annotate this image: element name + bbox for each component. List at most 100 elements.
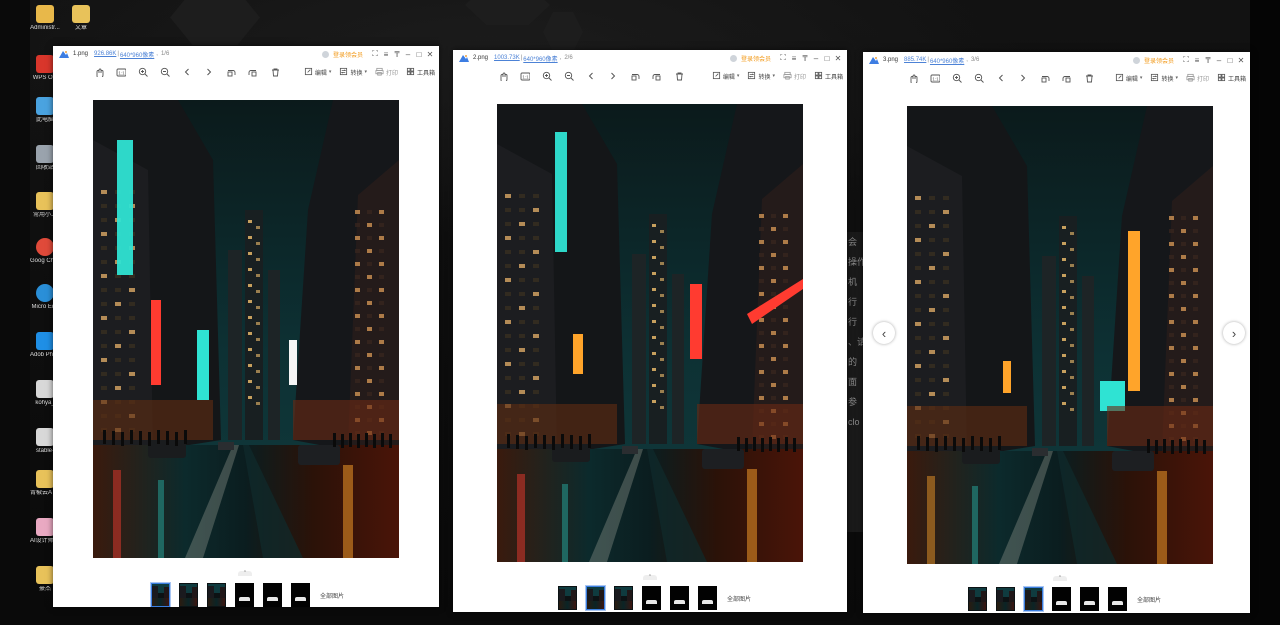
thumbnail[interactable] xyxy=(698,586,717,610)
pan-hand-icon[interactable] xyxy=(497,70,509,82)
thumbnail[interactable] xyxy=(235,583,254,607)
edit-menu-button[interactable]: 编辑 ▾ xyxy=(1115,73,1142,84)
maximize-icon[interactable]: □ xyxy=(414,49,424,59)
previous-icon[interactable] xyxy=(585,70,597,82)
previous-image-button[interactable]: ‹ xyxy=(873,322,895,344)
desktop-icon[interactable]: Administr... xyxy=(30,5,60,32)
toolbox-button[interactable]: 工具箱 xyxy=(406,67,435,78)
vip-login-link[interactable]: 登录领会员 xyxy=(741,54,771,63)
image-dimensions[interactable]: 640*960像素 xyxy=(120,50,154,59)
pin-icon[interactable]: ₸ xyxy=(800,53,810,63)
user-avatar-icon[interactable] xyxy=(729,54,737,62)
thumbnail[interactable] xyxy=(968,587,987,611)
rotate-right-icon[interactable] xyxy=(651,70,663,82)
next-icon[interactable] xyxy=(607,70,619,82)
title-bar[interactable]: 1.png 926.86K | 640*960像素, 1/6 登录领会员 ⛶ ≡ ₸ – □ ✕ xyxy=(53,46,439,62)
thumbnail[interactable] xyxy=(1024,587,1043,611)
title-bar[interactable]: 2.png 1003.73K | 640*960像素, 2/6 登录领会员 ⛶ ≡ ₸ – □ ✕ xyxy=(453,50,847,66)
rotate-right-icon[interactable] xyxy=(1061,72,1073,84)
print-button[interactable]: 打印 xyxy=(783,71,806,82)
maximize-icon[interactable]: □ xyxy=(1225,55,1235,65)
user-avatar-icon[interactable] xyxy=(321,50,329,58)
print-button[interactable]: 打印 xyxy=(375,67,398,78)
collapse-thumbnails-icon[interactable]: ⌃ xyxy=(238,571,252,576)
delete-icon[interactable] xyxy=(1083,72,1095,84)
rotate-left-icon[interactable] xyxy=(629,70,641,82)
vip-login-link[interactable]: 登录领会员 xyxy=(1144,56,1174,65)
pan-hand-icon[interactable] xyxy=(907,72,919,84)
image-dimensions[interactable]: 640*960像素 xyxy=(523,54,557,63)
delete-icon[interactable] xyxy=(673,70,685,82)
convert-menu-button[interactable]: 转换 ▾ xyxy=(747,71,775,82)
next-image-button[interactable]: › xyxy=(1223,322,1245,344)
rotate-left-icon[interactable] xyxy=(1039,72,1051,84)
all-images-link[interactable]: 全部图片 xyxy=(727,594,751,603)
zoom-out-icon[interactable] xyxy=(159,66,171,78)
close-icon[interactable]: ✕ xyxy=(833,53,843,63)
thumbnail[interactable] xyxy=(1080,587,1099,611)
actual-size-icon[interactable]: 1:1 xyxy=(519,70,531,82)
minimize-icon[interactable]: – xyxy=(1214,55,1224,65)
pin-icon[interactable]: ₸ xyxy=(392,49,402,59)
menu-icon[interactable]: ≡ xyxy=(1192,55,1202,65)
vip-login-link[interactable]: 登录领会员 xyxy=(333,50,363,59)
thumbnail[interactable] xyxy=(614,586,633,610)
rotate-left-icon[interactable] xyxy=(225,66,237,78)
all-images-link[interactable]: 全部图片 xyxy=(1137,595,1161,604)
minimize-icon[interactable]: – xyxy=(811,53,821,63)
zoom-out-icon[interactable] xyxy=(973,72,985,84)
actual-size-icon[interactable]: 1:1 xyxy=(929,72,941,84)
thumbnail[interactable] xyxy=(1108,587,1127,611)
file-size[interactable]: 1003.73K xyxy=(494,55,520,61)
thumbnail[interactable] xyxy=(586,586,605,610)
toolbox-button[interactable]: 工具箱 xyxy=(814,71,843,82)
pin-icon[interactable]: ₸ xyxy=(1203,55,1213,65)
minimize-icon[interactable]: – xyxy=(403,49,413,59)
thumbnail[interactable] xyxy=(996,587,1015,611)
menu-icon[interactable]: ≡ xyxy=(381,49,391,59)
fullscreen-icon[interactable]: ⛶ xyxy=(1181,55,1191,65)
image-viewer-window[interactable]: 1.png 926.86K | 640*960像素, 1/6 登录领会员 ⛶ ≡ ₸ – □ ✕ 1:1… xyxy=(53,46,439,607)
actual-size-icon[interactable]: 1:1 xyxy=(115,66,127,78)
thumbnail[interactable] xyxy=(642,586,661,610)
zoom-in-icon[interactable] xyxy=(541,70,553,82)
convert-menu-button[interactable]: 转换 ▾ xyxy=(339,67,367,78)
file-size[interactable]: 885.74K xyxy=(904,57,926,63)
all-images-link[interactable]: 全部图片 xyxy=(320,591,344,600)
file-size[interactable]: 926.86K xyxy=(94,51,116,57)
next-icon[interactable] xyxy=(203,66,215,78)
thumbnail[interactable] xyxy=(291,583,310,607)
title-bar[interactable]: 3.png 885.74K | 640*960像素, 3/6 登录领会员 ⛶ ≡ ₸ – □ ✕ xyxy=(863,52,1250,68)
close-icon[interactable]: ✕ xyxy=(1236,55,1246,65)
thumbnail[interactable] xyxy=(151,583,170,607)
zoom-in-icon[interactable] xyxy=(137,66,149,78)
displayed-image[interactable] xyxy=(93,100,399,558)
pan-hand-icon[interactable] xyxy=(93,66,105,78)
desktop-icon[interactable]: 文章 xyxy=(66,5,96,32)
collapse-thumbnails-icon[interactable]: ⌃ xyxy=(1053,576,1067,581)
zoom-out-icon[interactable] xyxy=(563,70,575,82)
thumbnail[interactable] xyxy=(670,586,689,610)
next-icon[interactable] xyxy=(1017,72,1029,84)
edit-menu-button[interactable]: 编辑 ▾ xyxy=(712,71,739,82)
image-dimensions[interactable]: 640*960像素 xyxy=(930,56,964,65)
previous-icon[interactable] xyxy=(995,72,1007,84)
zoom-in-icon[interactable] xyxy=(951,72,963,84)
thumbnail[interactable] xyxy=(1052,587,1071,611)
image-viewer-window[interactable]: 2.png 1003.73K | 640*960像素, 2/6 登录领会员 ⛶ ≡ ₸ – □ ✕ 1:… xyxy=(453,50,847,612)
rotate-right-icon[interactable] xyxy=(247,66,259,78)
delete-icon[interactable] xyxy=(269,66,281,78)
displayed-image[interactable] xyxy=(907,106,1213,564)
toolbox-button[interactable]: 工具箱 xyxy=(1217,73,1246,84)
thumbnail[interactable] xyxy=(558,586,577,610)
edit-menu-button[interactable]: 编辑 ▾ xyxy=(304,67,331,78)
print-button[interactable]: 打印 xyxy=(1186,73,1209,84)
thumbnail[interactable] xyxy=(207,583,226,607)
close-icon[interactable]: ✕ xyxy=(425,49,435,59)
menu-icon[interactable]: ≡ xyxy=(789,53,799,63)
fullscreen-icon[interactable]: ⛶ xyxy=(370,49,380,59)
user-avatar-icon[interactable] xyxy=(1132,56,1140,64)
fullscreen-icon[interactable]: ⛶ xyxy=(778,53,788,63)
maximize-icon[interactable]: □ xyxy=(822,53,832,63)
thumbnail[interactable] xyxy=(263,583,282,607)
